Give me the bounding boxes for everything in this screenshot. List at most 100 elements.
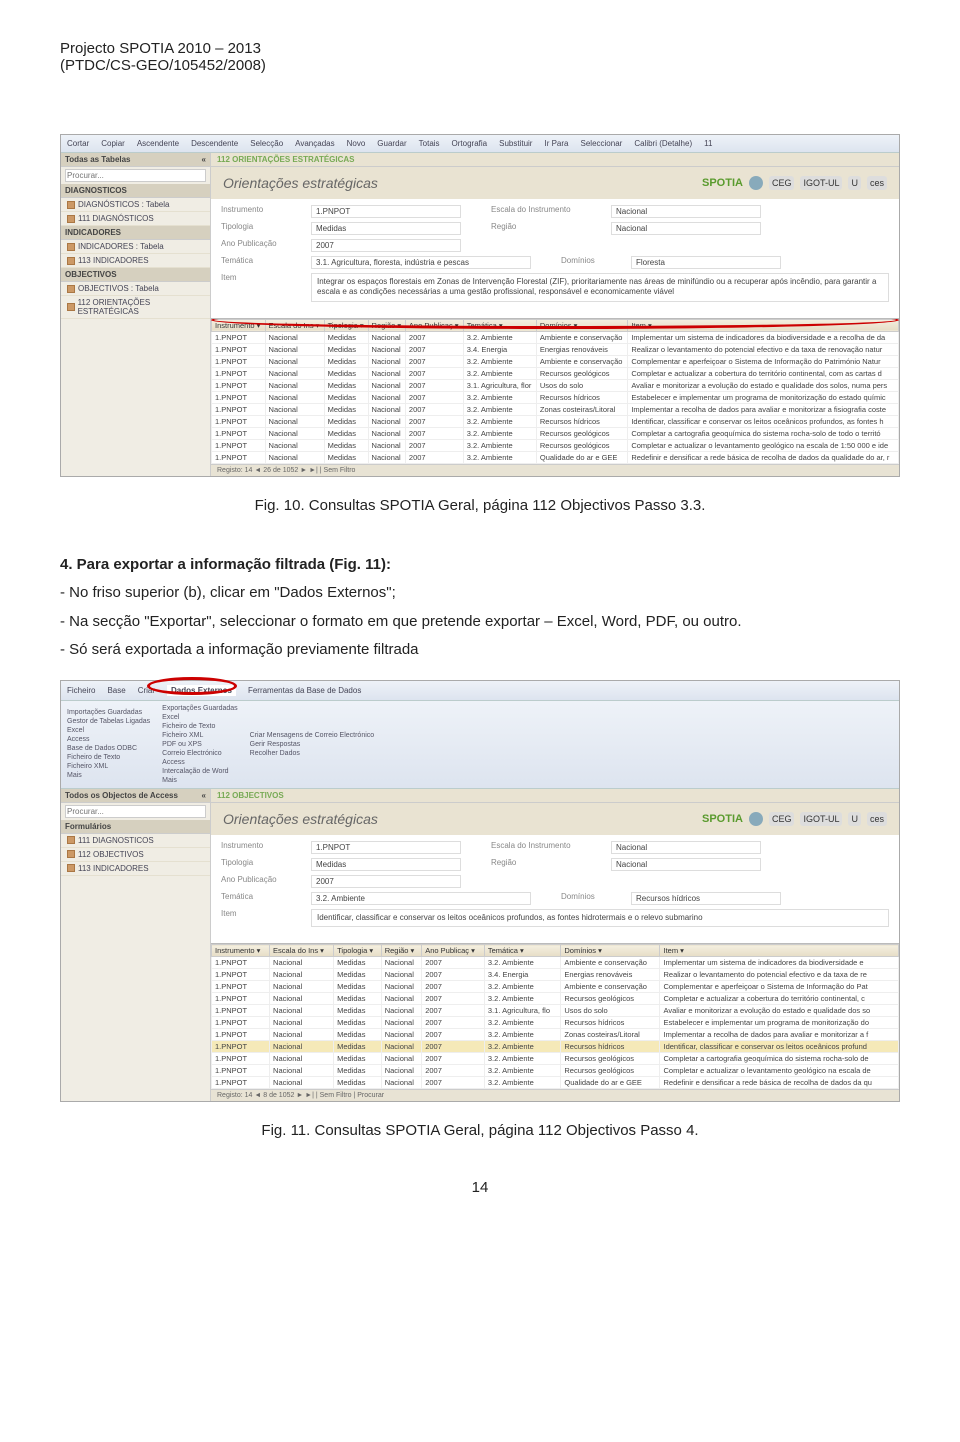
ribbon-cmd[interactable]: Ficheiro XML bbox=[67, 763, 150, 770]
ribbon-cmd[interactable]: Excel bbox=[162, 714, 238, 721]
sidebar-item[interactable]: DIAGNÓSTICOS : Tabela bbox=[61, 198, 210, 212]
sidebar-item[interactable]: 112 ORIENTAÇÕES ESTRATÉGICAS bbox=[61, 296, 210, 319]
sidebar-group-header[interactable]: DIAGNOSTICOS bbox=[61, 184, 210, 198]
nav-sidebar[interactable]: Todas as Tabelas« DIAGNOSTICOSDIAGNÓSTIC… bbox=[61, 153, 211, 476]
field-tipologia[interactable]: Medidas bbox=[311, 858, 461, 871]
field-item[interactable]: Integrar os espaços florestais em Zonas … bbox=[311, 273, 889, 302]
ribbon-tab[interactable]: Ferramentas da Base de Dados bbox=[248, 686, 361, 695]
ribbon-cmd[interactable]: Seleccionar bbox=[581, 139, 623, 148]
table-row[interactable]: 1.PNPOTNacionalMedidasNacional20073.2. A… bbox=[212, 1065, 899, 1077]
table-row[interactable]: 1.PNPOTNacionalMedidasNacional20073.2. A… bbox=[212, 439, 899, 451]
ribbon-cmd[interactable]: Intercalação de Word bbox=[162, 768, 238, 775]
field-escala[interactable]: Nacional bbox=[611, 205, 761, 218]
ribbon-cmd[interactable]: Ficheiro de Texto bbox=[67, 754, 150, 761]
ribbon-cmd[interactable]: Excel bbox=[67, 727, 150, 734]
field-ano[interactable]: 2007 bbox=[311, 239, 461, 252]
table-row[interactable]: 1.PNPOTNacionalMedidasNacional20073.2. A… bbox=[212, 981, 899, 993]
table-row[interactable]: 1.PNPOTNacionalMedidasNacional20073.2. A… bbox=[212, 1053, 899, 1065]
search-input[interactable] bbox=[65, 805, 206, 818]
grid-header[interactable]: Domínios ▾ bbox=[561, 945, 660, 957]
form-tab[interactable]: 112 OBJECTIVOS bbox=[211, 789, 899, 803]
ribbon[interactable]: CortarCopiarAscendenteDescendenteSelecçã… bbox=[61, 135, 899, 153]
sidebar-header[interactable]: Todos os Objectos de Access« bbox=[61, 789, 210, 803]
ribbon-cmd[interactable]: PDF ou XPS bbox=[162, 741, 238, 748]
ribbon-tab[interactable]: Base bbox=[107, 686, 125, 695]
table-row[interactable]: 1.PNPOTNacionalMedidasNacional20073.2. A… bbox=[212, 403, 899, 415]
sidebar-item[interactable]: 111 DIAGNÓSTICOS bbox=[61, 212, 210, 226]
grid-header[interactable]: Tipologia ▾ bbox=[334, 945, 382, 957]
table-row[interactable]: 1.PNPOTNacionalMedidasNacional20073.2. A… bbox=[212, 331, 899, 343]
ribbon-cmd[interactable]: Ficheiro XML bbox=[162, 732, 238, 739]
ribbon-tab[interactable]: Ficheiro bbox=[67, 686, 95, 695]
table-row[interactable]: 1.PNPOTNacionalMedidasNacional20073.1. A… bbox=[212, 379, 899, 391]
field-dominios[interactable]: Floresta bbox=[631, 256, 781, 269]
field-instrumento[interactable]: 1.PNPOT bbox=[311, 841, 461, 854]
grid-header[interactable]: Região ▾ bbox=[381, 945, 422, 957]
field-instrumento[interactable]: 1.PNPOT bbox=[311, 205, 461, 218]
data-grid[interactable]: Instrumento ▾Escala do Ins ▾Tipologia ▾R… bbox=[211, 943, 899, 1089]
ribbon-cmd[interactable]: Mais bbox=[67, 772, 150, 779]
sidebar-item[interactable]: OBJECTIVOS : Tabela bbox=[61, 282, 210, 296]
table-row[interactable]: 1.PNPOTNacionalMedidasNacional20073.2. A… bbox=[212, 1077, 899, 1089]
ribbon-cmd[interactable]: Base de Dados ODBC bbox=[67, 745, 150, 752]
ribbon-cmd[interactable]: 11 bbox=[704, 139, 712, 148]
ribbon-cmd[interactable]: Mais bbox=[162, 777, 238, 784]
table-row[interactable]: 1.PNPOTNacionalMedidasNacional20073.2. A… bbox=[212, 451, 899, 463]
ribbon-cmd[interactable]: Ortografia bbox=[452, 139, 488, 148]
table-row[interactable]: 1.PNPOTNacionalMedidasNacional20073.4. E… bbox=[212, 343, 899, 355]
ribbon-cmd[interactable]: Guardar bbox=[377, 139, 406, 148]
ribbon-cmd[interactable]: Criar Mensagens de Correio Electrónico bbox=[250, 732, 375, 739]
field-escala[interactable]: Nacional bbox=[611, 841, 761, 854]
field-item[interactable]: Identificar, classificar e conservar os … bbox=[311, 909, 889, 927]
chevron-down-icon[interactable]: « bbox=[202, 155, 206, 164]
sidebar-group-header[interactable]: OBJECTIVOS bbox=[61, 268, 210, 282]
ribbon-cmd[interactable]: Ficheiro de Texto bbox=[162, 723, 238, 730]
ribbon-cmd[interactable]: Recolher Dados bbox=[250, 750, 375, 757]
grid-header[interactable]: Ano Publicaç ▾ bbox=[422, 945, 485, 957]
ribbon-content[interactable]: Importações Guardadas Gestor de Tabelas L… bbox=[61, 701, 899, 789]
field-tematica[interactable]: 3.2. Ambiente bbox=[311, 892, 531, 905]
search-input[interactable] bbox=[65, 169, 206, 182]
table-row[interactable]: 1.PNPOTNacionalMedidasNacional20073.2. A… bbox=[212, 993, 899, 1005]
field-ano[interactable]: 2007 bbox=[311, 875, 461, 888]
grid-header[interactable]: Temática ▾ bbox=[484, 945, 560, 957]
field-regiao[interactable]: Nacional bbox=[611, 858, 761, 871]
grid-header[interactable]: Item ▾ bbox=[660, 945, 899, 957]
table-row[interactable]: 1.PNPOTNacionalMedidasNacional20073.2. A… bbox=[212, 1017, 899, 1029]
ribbon-cmd[interactable]: Totais bbox=[419, 139, 440, 148]
field-tematica[interactable]: 3.1. Agricultura, floresta, indústria e … bbox=[311, 256, 531, 269]
ribbon-cmd[interactable]: Exportações Guardadas bbox=[162, 705, 238, 712]
sidebar-header[interactable]: Todas as Tabelas« bbox=[61, 153, 210, 167]
field-dominios[interactable]: Recursos hídricos bbox=[631, 892, 781, 905]
sidebar-group-header[interactable]: Formulários bbox=[61, 820, 210, 834]
ribbon-cmd[interactable]: Substituir bbox=[499, 139, 532, 148]
table-row[interactable]: 1.PNPOTNacionalMedidasNacional20073.2. A… bbox=[212, 957, 899, 969]
chevron-down-icon[interactable]: « bbox=[202, 791, 206, 800]
sidebar-item[interactable]: 112 OBJECTIVOS bbox=[61, 848, 210, 862]
field-regiao[interactable]: Nacional bbox=[611, 222, 761, 235]
ribbon-cmd[interactable]: Correio Electrónico bbox=[162, 750, 238, 757]
table-row[interactable]: 1.PNPOTNacionalMedidasNacional20073.2. A… bbox=[212, 355, 899, 367]
ribbon-cmd[interactable]: Descendente bbox=[191, 139, 238, 148]
ribbon-cmd[interactable]: Gestor de Tabelas Ligadas bbox=[67, 718, 150, 725]
table-row[interactable]: 1.PNPOTNacionalMedidasNacional20073.2. A… bbox=[212, 427, 899, 439]
form-tab[interactable]: 112 ORIENTAÇÕES ESTRATÉGICAS bbox=[211, 153, 899, 167]
sidebar-item[interactable]: INDICADORES : Tabela bbox=[61, 240, 210, 254]
status-bar[interactable]: Registo: 14 ◄ 8 de 1052 ► ►| | Sem Filtr… bbox=[211, 1089, 899, 1101]
sidebar-item[interactable]: 113 INDICADORES bbox=[61, 862, 210, 876]
table-row[interactable]: 1.PNPOTNacionalMedidasNacional20073.2. A… bbox=[212, 367, 899, 379]
ribbon-cmd[interactable]: Access bbox=[162, 759, 238, 766]
nav-sidebar[interactable]: Todos os Objectos de Access« Formulários… bbox=[61, 789, 211, 1101]
ribbon-cmd[interactable]: Novo bbox=[347, 139, 366, 148]
ribbon-cmd[interactable]: Cortar bbox=[67, 139, 89, 148]
field-tipologia[interactable]: Medidas bbox=[311, 222, 461, 235]
sidebar-item[interactable]: 113 INDICADORES bbox=[61, 254, 210, 268]
ribbon-cmd[interactable]: Selecção bbox=[250, 139, 283, 148]
ribbon-cmd[interactable]: Importações Guardadas bbox=[67, 709, 150, 716]
table-row[interactable]: 1.PNPOTNacionalMedidasNacional20073.2. A… bbox=[212, 1029, 899, 1041]
ribbon-cmd[interactable]: Gerir Respostas bbox=[250, 741, 375, 748]
ribbon-cmd[interactable]: Calibri (Detalhe) bbox=[634, 139, 692, 148]
table-row[interactable]: 1.PNPOTNacionalMedidasNacional20073.1. A… bbox=[212, 1005, 899, 1017]
sidebar-group-header[interactable]: INDICADORES bbox=[61, 226, 210, 240]
ribbon-cmd[interactable]: Ascendente bbox=[137, 139, 179, 148]
